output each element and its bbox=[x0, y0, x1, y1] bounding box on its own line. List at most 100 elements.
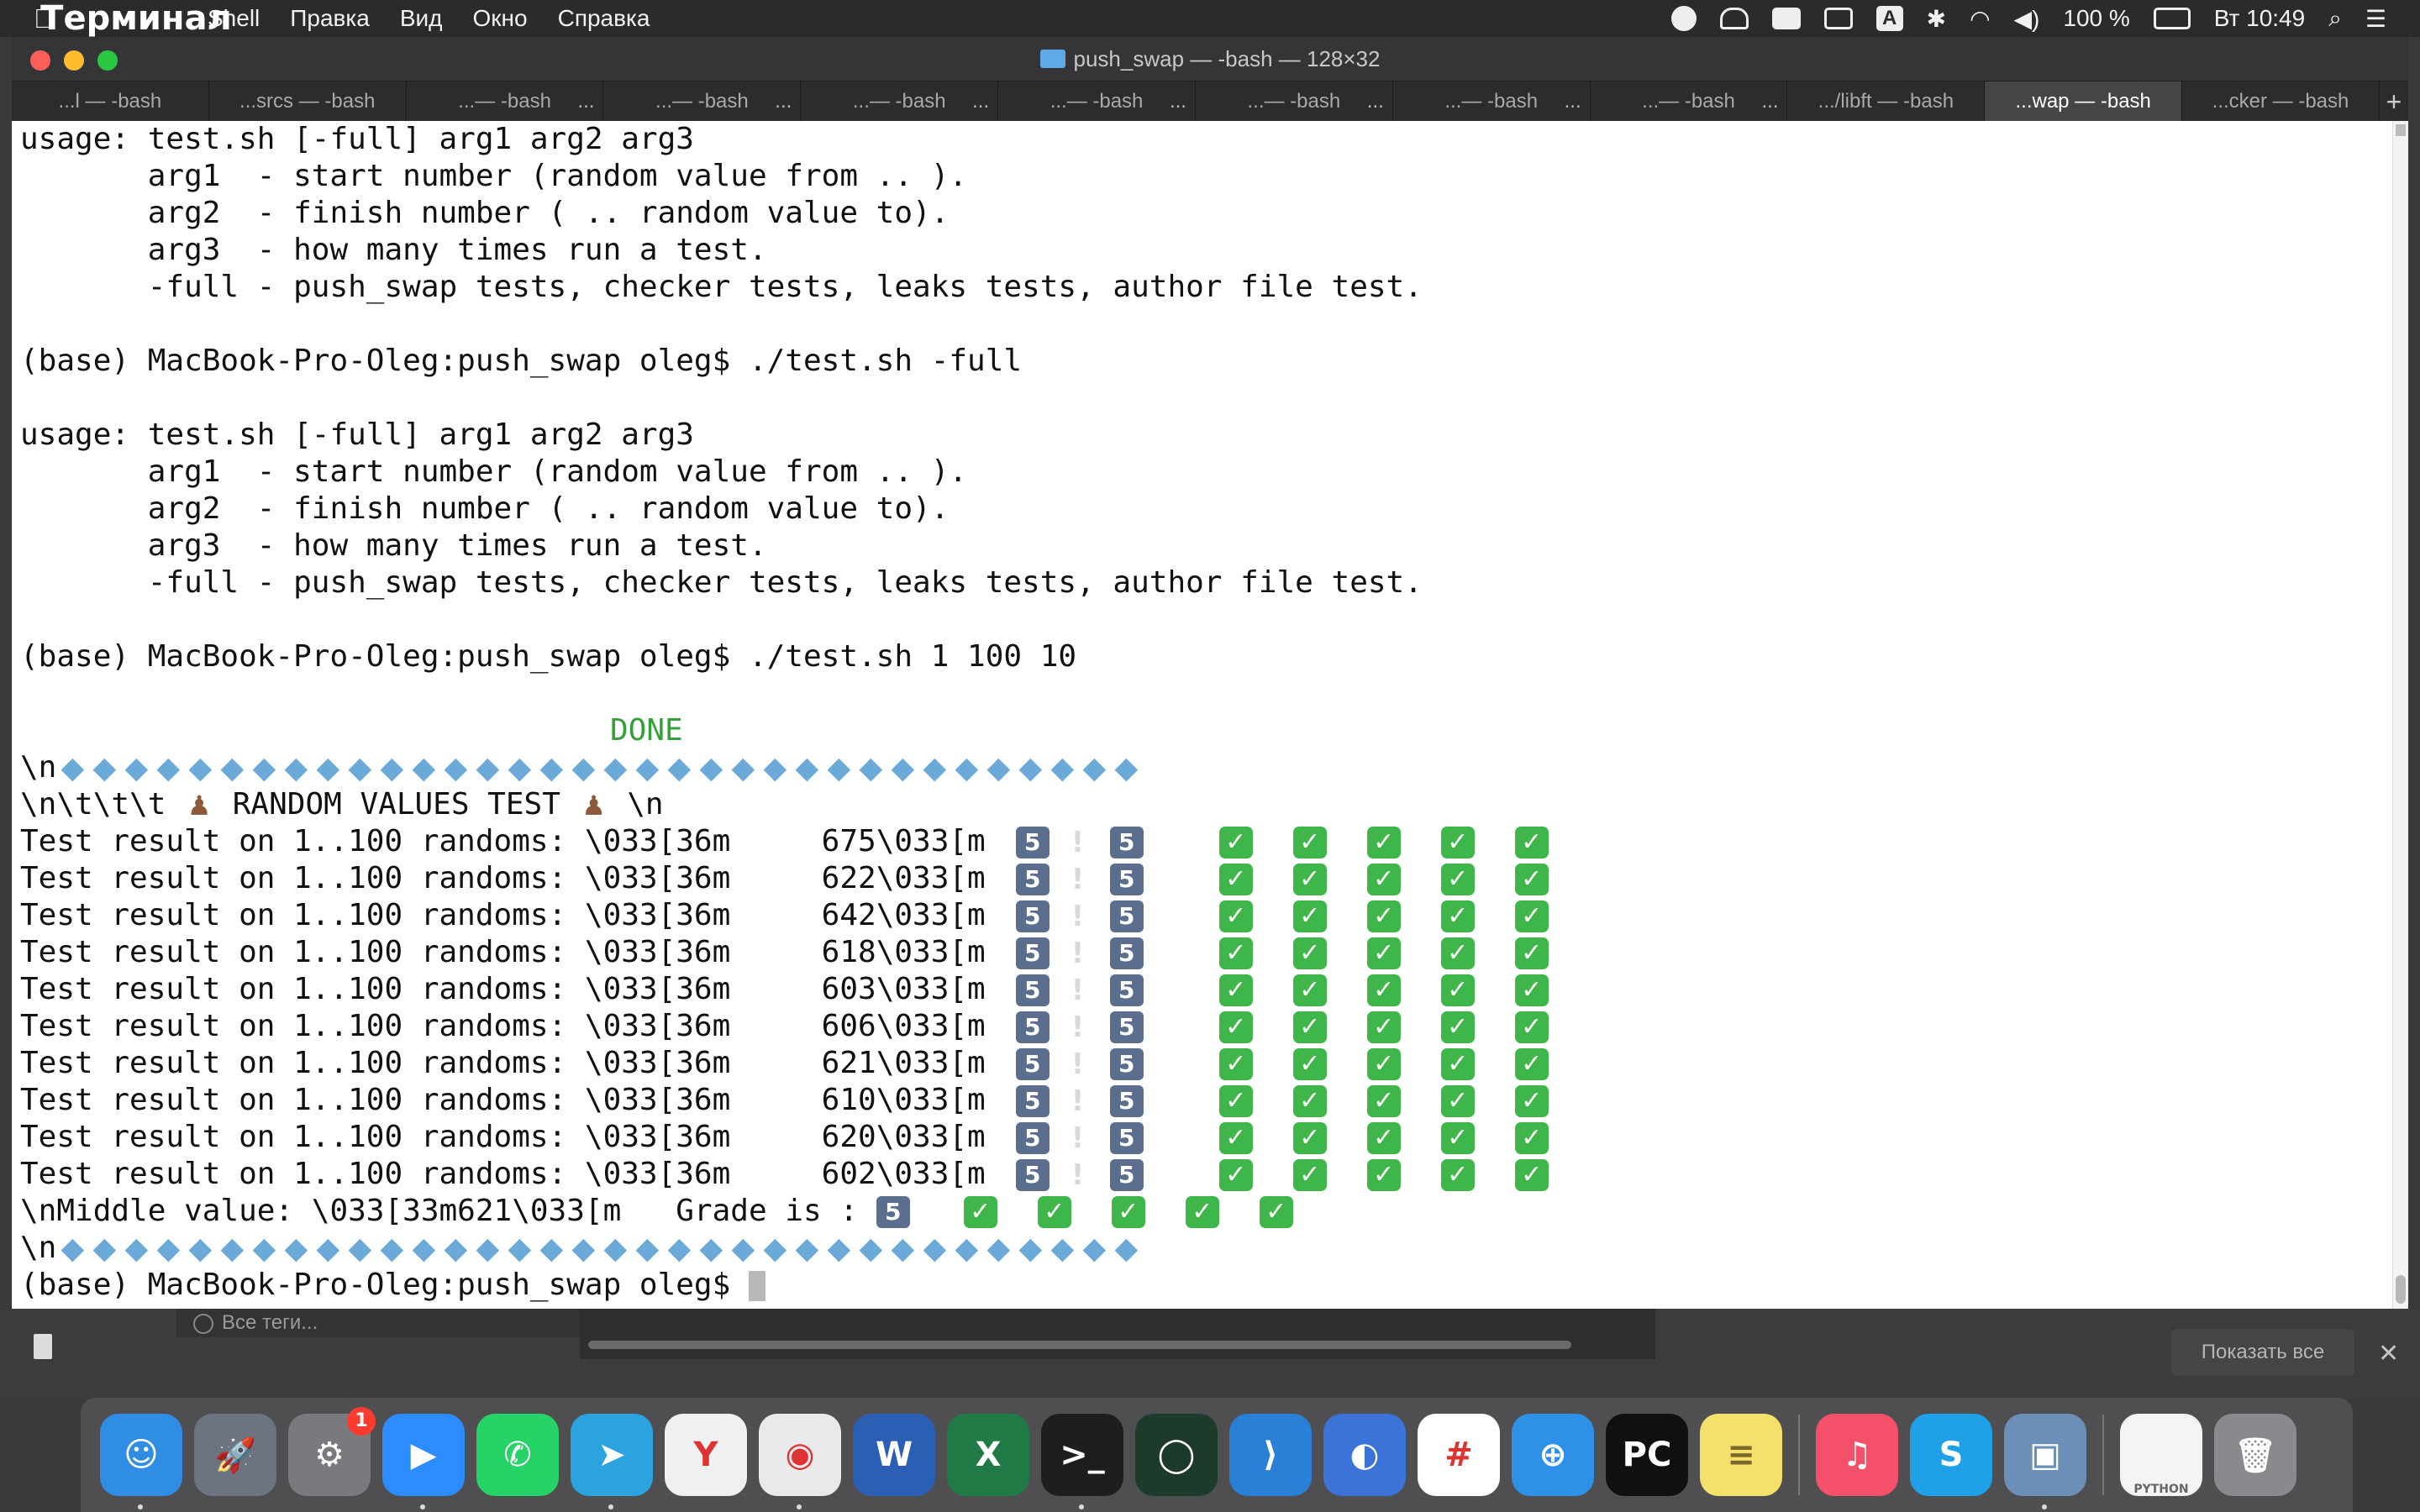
spotlight-search-icon[interactable]: ⌕ bbox=[2328, 5, 2342, 33]
tags-item[interactable]: Все теги... bbox=[176, 1309, 580, 1337]
pycharm-icon[interactable]: PC bbox=[1606, 1414, 1688, 1496]
diamond-icon: ◆ bbox=[188, 1231, 213, 1266]
check-mark-icon: ✓ bbox=[1218, 864, 1253, 895]
volume-icon[interactable]: ◀) bbox=[2014, 5, 2040, 33]
finder-window-background: Все теги... Показать все ✕ bbox=[0, 1309, 2420, 1399]
middle-suffix: \033[m Grade is : bbox=[512, 1194, 876, 1228]
safari-icon[interactable]: ⊕ bbox=[1512, 1414, 1594, 1496]
menu-help[interactable]: Справка bbox=[558, 5, 650, 32]
tab-4[interactable]: ...— -bash... bbox=[603, 81, 802, 122]
tab-10[interactable]: .../libft — -bash bbox=[1787, 81, 1986, 122]
terminal-scrollbar[interactable] bbox=[2392, 121, 2408, 1309]
usage-line: -full - push_swap tests, checker tests, … bbox=[20, 565, 1423, 600]
python-document-icon[interactable]: PYTHON bbox=[2120, 1414, 2202, 1496]
bluetooth-icon[interactable]: ✱ bbox=[1927, 5, 1946, 33]
menu-view[interactable]: Вид bbox=[400, 5, 443, 32]
close-icon[interactable]: ✕ bbox=[2378, 1339, 2399, 1368]
skype-icon[interactable]: S bbox=[1910, 1414, 1992, 1496]
keycap-5-icon: 5 bbox=[1109, 937, 1144, 969]
diamond-icon: ◆ bbox=[476, 1231, 500, 1266]
result-value: 622 bbox=[821, 861, 876, 895]
tab-7[interactable]: ...— -bash... bbox=[1196, 81, 1393, 122]
document-icon[interactable] bbox=[34, 1334, 52, 1359]
dock-separator bbox=[2102, 1415, 2104, 1495]
vscode-icon[interactable]: ⟩ bbox=[1229, 1414, 1312, 1496]
saucer-icon[interactable]: ◐ bbox=[1323, 1414, 1406, 1496]
menu-window[interactable]: Окно bbox=[473, 5, 528, 32]
random-test-header: \n\t\t\t ♟ RANDOM VALUES TEST ♟ \n bbox=[20, 787, 664, 822]
diamond-icon: ◆ bbox=[1114, 751, 1139, 785]
scroll-thumb[interactable] bbox=[2396, 1275, 2406, 1304]
music-icon[interactable]: ♫ bbox=[1816, 1414, 1898, 1496]
window-title: push_swap — -bash — 128×32 bbox=[12, 37, 2408, 81]
tab-11-active[interactable]: ...wap — -bash bbox=[1985, 81, 2183, 122]
notification-badge: 1 bbox=[347, 1407, 376, 1436]
notification-center-icon[interactable]: ☰ bbox=[2365, 5, 2386, 33]
result-value: 606 bbox=[821, 1009, 876, 1043]
diamond-icon: ◆ bbox=[92, 751, 117, 785]
middle-prefix: \nMiddle value: \033[33m bbox=[20, 1194, 458, 1228]
check-mark-icon: ✓ bbox=[1366, 974, 1401, 1006]
terminal-window: push_swap — -bash — 128×32 ...l — -bash … bbox=[12, 37, 2408, 1309]
music-glyph: ♫ bbox=[1842, 1436, 1872, 1474]
pycharm-ring-icon[interactable]: ◯ bbox=[1135, 1414, 1218, 1496]
trash-icon[interactable]: 🗑 bbox=[2214, 1414, 2296, 1496]
pycharm-ring-glyph: ◯ bbox=[1157, 1436, 1196, 1474]
whatsapp-icon[interactable]: ✆ bbox=[476, 1414, 559, 1496]
tab-5[interactable]: ...— -bash... bbox=[801, 81, 999, 122]
spy-icon: ♟ bbox=[581, 790, 606, 822]
yandex-browser-icon[interactable]: Y bbox=[665, 1414, 747, 1496]
zoom-icon[interactable]: ▶ bbox=[382, 1414, 465, 1509]
clock[interactable]: Вт 10:49 bbox=[2214, 5, 2305, 32]
diamond-icon: ◆ bbox=[124, 751, 149, 785]
battery-icon[interactable] bbox=[2153, 8, 2191, 29]
diamond-icon: ◆ bbox=[699, 751, 723, 785]
finder-icon[interactable]: ☺ bbox=[100, 1414, 182, 1509]
diamond-icon: ◆ bbox=[444, 751, 468, 785]
diamond-icon: ◆ bbox=[795, 751, 819, 785]
slack-icon[interactable]: # bbox=[1418, 1414, 1500, 1496]
zoom-status-icon[interactable] bbox=[1771, 8, 1801, 29]
chrome-icon[interactable]: ◉ bbox=[759, 1414, 841, 1509]
launchpad-icon[interactable]: 🚀 bbox=[194, 1414, 276, 1496]
terminal-output[interactable]: usage: test.sh [-full] arg1 arg2 arg3 ar… bbox=[12, 121, 2393, 1309]
horizontal-scrollbar[interactable] bbox=[588, 1341, 1571, 1349]
screen-icon[interactable] bbox=[1823, 8, 1853, 29]
tab-2[interactable]: ...srcs — -bash bbox=[209, 81, 407, 122]
system-preferences-icon[interactable]: ⚙ 1 bbox=[288, 1407, 376, 1496]
notes-icon[interactable]: ≡ bbox=[1700, 1414, 1782, 1496]
check-mark-icon: ✓ bbox=[1292, 900, 1327, 932]
tab-9[interactable]: ...— -bash... bbox=[1591, 81, 1788, 122]
preview-icon[interactable]: ▣ bbox=[2004, 1414, 2086, 1509]
diamond-icon: ◆ bbox=[1018, 751, 1043, 785]
wifi-icon[interactable]: ◠ bbox=[1970, 5, 1990, 33]
scroll-up-icon[interactable] bbox=[2396, 124, 2406, 136]
new-tab-button[interactable]: + bbox=[2380, 81, 2408, 122]
result-suffix: \033[m bbox=[876, 1046, 986, 1080]
word-icon[interactable]: W bbox=[853, 1414, 935, 1496]
result-prefix: Test result on 1..100 randoms: \033[36m bbox=[20, 898, 822, 932]
title-bar[interactable]: push_swap — -bash — 128×32 bbox=[12, 37, 2408, 81]
check-mark-icon: ✓ bbox=[1366, 1085, 1401, 1117]
diamond-icon: ◆ bbox=[284, 1231, 308, 1266]
terminal-icon[interactable]: >_ bbox=[1041, 1414, 1123, 1509]
check-mark-icon: ✓ bbox=[1218, 1048, 1253, 1080]
tab-12[interactable]: ...cker — -bash bbox=[2182, 81, 2380, 122]
tab-3[interactable]: ...— -bash... bbox=[407, 81, 604, 122]
tab-8[interactable]: ...— -bash... bbox=[1393, 81, 1591, 122]
tab-1[interactable]: ...l — -bash bbox=[12, 81, 209, 122]
battery-percent[interactable]: 100 % bbox=[2063, 5, 2129, 32]
input-source-icon[interactable]: A bbox=[1876, 6, 1903, 31]
middle-value-line: \nMiddle value: \033[33m621\033[m Grade … bbox=[20, 1193, 2393, 1230]
check-mark-icon: ✓ bbox=[1292, 1048, 1327, 1080]
headphones-icon[interactable] bbox=[1719, 8, 1749, 29]
diamond-separator: \n ◆ ◆ ◆ ◆ ◆ ◆ ◆ ◆ ◆ ◆ ◆ ◆ ◆ ◆ ◆ ◆ ◆ ◆ ◆ ◆ ◆ ◆ ◆ ◆ ◆ ◆ ◆ ◆ ◆ ◆ ◆ ◆ ◆ ◆ bbox=[20, 1230, 2393, 1267]
excel-icon[interactable]: X bbox=[947, 1414, 1029, 1496]
menu-edit[interactable]: Правка bbox=[290, 5, 370, 32]
cloud-icon[interactable] bbox=[1670, 6, 1697, 31]
diamond-icon: ◆ bbox=[188, 751, 213, 785]
telegram-icon[interactable]: ➤ bbox=[571, 1414, 653, 1509]
show-all-button[interactable]: Показать все bbox=[2171, 1329, 2354, 1376]
check-mark-icon: ✓ bbox=[1440, 864, 1475, 895]
tab-6[interactable]: ...— -bash... bbox=[998, 81, 1196, 122]
